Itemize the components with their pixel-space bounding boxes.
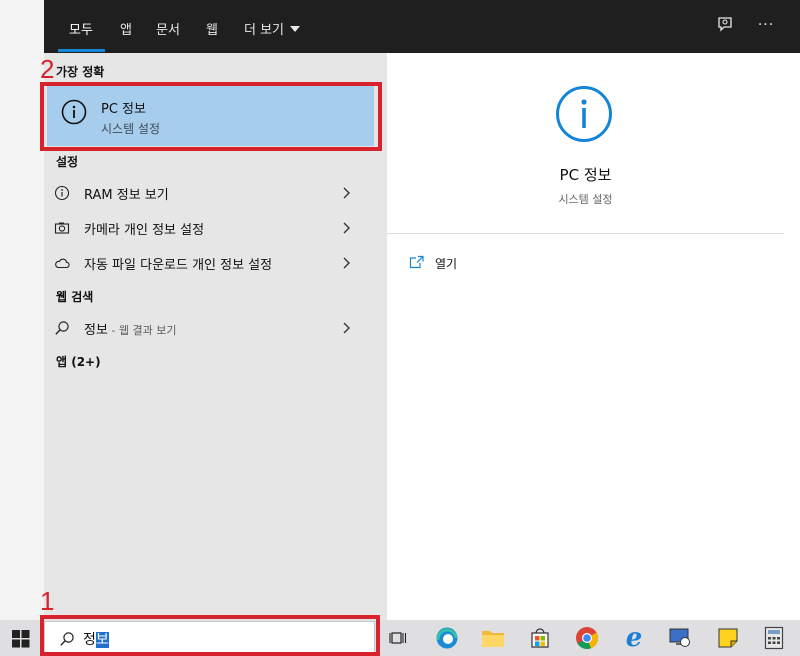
edge-icon[interactable] (433, 624, 461, 652)
remote-desktop-icon[interactable] (666, 624, 694, 652)
best-match-item[interactable]: PC 정보 시스템 설정 (47, 85, 374, 146)
search-icon (54, 320, 70, 336)
results-list: 가장 정확 PC 정보 시스템 설정 설정 RAM 정보 보기 카메라 개인 정… (44, 53, 375, 620)
tab-documents[interactable]: 문서 (156, 18, 180, 38)
annotation-step-1: 1 (40, 586, 55, 616)
settings-item-label: 자동 파일 다운로드 개인 정보 설정 (84, 258, 273, 273)
chevron-down-icon (290, 26, 301, 32)
settings-item-camera-privacy[interactable]: 카메라 개인 정보 설정 (44, 212, 375, 244)
search-input-text[interactable]: 정보 (83, 629, 109, 649)
preview-subtitle: 시스템 설정 (558, 193, 613, 206)
sticky-notes-icon[interactable] (714, 624, 742, 652)
file-explorer-icon[interactable] (479, 624, 507, 652)
chevron-right-icon (342, 255, 352, 274)
taskbar: 정보 e (0, 620, 800, 656)
tab-more[interactable]: 더 보기 (244, 18, 301, 38)
camera-icon (54, 220, 70, 236)
settings-heading: 설정 (56, 155, 79, 169)
info-icon (61, 99, 87, 129)
tab-all[interactable]: 모두 (69, 18, 93, 38)
search-tabs-bar: 모두 앱 문서 웹 더 보기 ··· (44, 0, 800, 53)
info-icon (555, 85, 613, 147)
preview-separator (387, 233, 784, 234)
chrome-icon[interactable] (573, 624, 601, 652)
chevron-right-icon (342, 320, 352, 339)
settings-item-label: RAM 정보 보기 (84, 188, 169, 203)
search-panel: 모두 앱 문서 웹 더 보기 ··· 가장 정확 PC 정보 시스템 설정 설정 (44, 0, 800, 620)
more-options-icon[interactable]: ··· (755, 14, 777, 36)
calculator-icon[interactable] (760, 624, 788, 652)
annotation-step-2: 2 (40, 54, 55, 84)
settings-item-download-privacy[interactable]: 자동 파일 다운로드 개인 정보 설정 (44, 247, 375, 279)
open-label: 열기 (435, 257, 458, 271)
web-search-heading: 웹 검색 (56, 290, 94, 304)
search-icon (59, 631, 75, 651)
settings-item-ram-info[interactable]: RAM 정보 보기 (44, 177, 375, 209)
feedback-icon[interactable] (714, 14, 736, 36)
preview-pane: PC 정보 시스템 설정 열기 (387, 65, 784, 620)
info-icon (54, 185, 70, 201)
best-match-heading: 가장 정확 (56, 65, 105, 79)
store-icon[interactable] (526, 624, 554, 652)
tab-web[interactable]: 웹 (206, 18, 218, 38)
settings-item-label: 카메라 개인 정보 설정 (84, 223, 205, 238)
pane-divider (375, 53, 387, 620)
best-match-title: PC 정보 (101, 102, 146, 117)
taskbar-search-box[interactable]: 정보 (44, 621, 375, 655)
preview-title: PC 정보 (559, 166, 612, 184)
web-search-label: 정보 - 웹 결과 보기 (84, 323, 177, 338)
ie-icon[interactable]: e (620, 624, 648, 652)
best-match-subtitle: 시스템 설정 (101, 122, 161, 136)
apps-heading[interactable]: 앱 (2+) (56, 353, 101, 370)
chevron-right-icon (342, 185, 352, 204)
open-action[interactable]: 열기 (409, 254, 457, 273)
open-icon (409, 254, 425, 273)
active-tab-indicator (58, 49, 105, 52)
cloud-icon (54, 255, 70, 271)
tab-apps[interactable]: 앱 (120, 18, 132, 38)
windows-start-icon[interactable] (12, 630, 30, 652)
chevron-right-icon (342, 220, 352, 239)
web-search-item[interactable]: 정보 - 웹 결과 보기 (44, 312, 375, 344)
task-view-icon[interactable] (384, 624, 412, 652)
